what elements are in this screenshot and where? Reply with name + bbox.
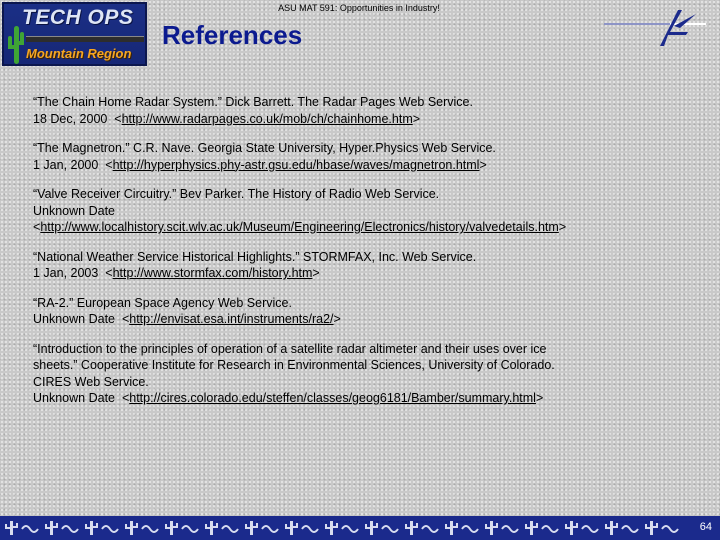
footer-cactus-glyph: [205, 521, 239, 535]
reference-date: Unknown Date: [33, 312, 115, 326]
footer-cactus-glyph: [5, 521, 39, 535]
reference-citation: “The Chain Home Radar System.” Dick Barr…: [33, 95, 473, 109]
footer-cactus-glyph: [125, 521, 159, 535]
footer-cactus-glyph: [565, 521, 599, 535]
references-list: “The Chain Home Radar System.” Dick Barr…: [33, 94, 683, 420]
page-title: References: [162, 20, 303, 50]
reference-source-line: 18 Dec, 2000 <http://www.radarpages.co.u…: [33, 111, 421, 126]
reference-citation: “Introduction to the principles of opera…: [33, 341, 547, 356]
reference-link[interactable]: http://www.radarpages.co.uk/mob/ch/chain…: [122, 112, 413, 126]
footer-bar: 64: [0, 516, 720, 540]
reference-source-line: Unknown Date <http://envisat.esa.int/ins…: [33, 312, 341, 326]
reference-citation-cont: sheets.” Cooperative Institute for Resea…: [33, 358, 555, 372]
reference-citation: “Valve Receiver Circuitry.” Bev Parker. …: [33, 187, 440, 201]
reference-item: “RA-2.” European Space Agency Web Servic…: [33, 295, 683, 328]
reference-link[interactable]: http://cires.colorado.edu/steffen/classe…: [129, 391, 536, 405]
reference-source-line: <http://www.localhistory.scit.wlv.ac.uk/…: [33, 220, 567, 234]
footer-cactus-glyph: [245, 521, 279, 535]
footer-cactus-glyph: [605, 521, 639, 535]
footer-cactus-glyph: [525, 521, 559, 535]
logo-subtitle: Mountain Region: [26, 46, 132, 61]
reference-item: “National Weather Service Historical Hig…: [33, 249, 683, 282]
reference-date: Unknown Date: [33, 391, 115, 405]
footer-cactus-glyph: [485, 521, 519, 535]
reference-citation: “RA-2.” European Space Agency Web Servic…: [33, 295, 292, 310]
course-header: ASU MAT 591: Opportunities in Industry!: [278, 3, 440, 13]
page-number: 64: [699, 521, 712, 533]
footer-cactus-glyph: [645, 521, 679, 535]
saguaro-footer-icon: [5, 521, 679, 535]
reference-date: 1 Jan, 2003: [33, 266, 99, 280]
reference-link[interactable]: http://hyperphysics.phy-astr.gsu.edu/hba…: [113, 158, 480, 172]
reference-item: “The Chain Home Radar System.” Dick Barr…: [33, 94, 683, 127]
footer-cactus-glyph: [325, 521, 359, 535]
reference-date: 18 Dec, 2000: [33, 111, 108, 126]
reference-source-line: 1 Jan, 2000 <http://hyperphysics.phy-ast…: [33, 157, 487, 172]
tech-ops-logo: TECH OPS Mountain Region: [2, 2, 147, 66]
reference-date: Unknown Date: [33, 203, 115, 218]
reference-citation: “The Magnetron.” C.R. Nave. Georgia Stat…: [33, 141, 496, 155]
footer-cactus-glyph: [45, 521, 79, 535]
footer-cactus-glyph: [365, 521, 399, 535]
reference-link[interactable]: http://www.localhistory.scit.wlv.ac.uk/M…: [40, 220, 559, 234]
cactus-icon: [8, 26, 24, 64]
reference-item: “Introduction to the principles of opera…: [33, 341, 683, 407]
footer-cactus-glyph: [285, 521, 319, 535]
reference-source-line: 1 Jan, 2003 <http://www.stormfax.com/his…: [33, 266, 320, 280]
reference-date: 1 Jan, 2000: [33, 157, 99, 172]
reference-citation: “National Weather Service Historical Hig…: [33, 249, 477, 264]
reference-citation-cont: CIRES Web Service.: [33, 374, 149, 389]
reference-item: “Valve Receiver Circuitry.” Bev Parker. …: [33, 186, 683, 236]
footer-cactus-glyph: [85, 521, 119, 535]
reference-source-line: Unknown Date <http://cires.colorado.edu/…: [33, 391, 544, 405]
footer-cactus-glyph: [445, 521, 479, 535]
reference-link[interactable]: http://www.stormfax.com/history.htm: [113, 266, 313, 280]
logo-divider: [26, 36, 144, 42]
lockheed-star-icon: [604, 10, 706, 46]
reference-item: “The Magnetron.” C.R. Nave. Georgia Stat…: [33, 140, 683, 173]
footer-cactus-glyph: [405, 521, 439, 535]
logo-title: TECH OPS: [22, 6, 134, 29]
reference-link[interactable]: http://envisat.esa.int/instruments/ra2/: [129, 312, 333, 326]
footer-cactus-glyph: [165, 521, 199, 535]
